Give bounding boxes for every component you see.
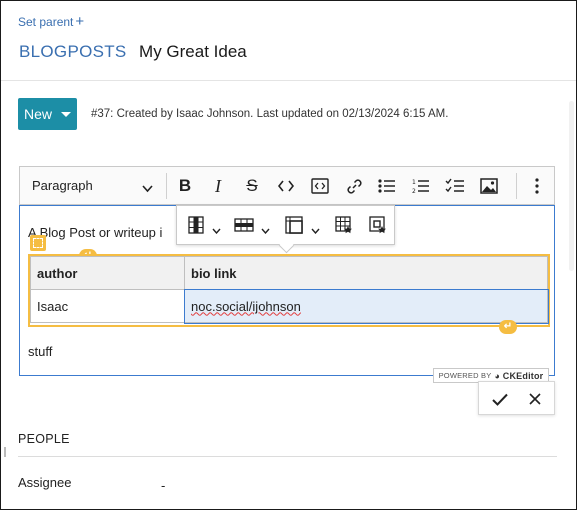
more-icon[interactable] bbox=[526, 175, 548, 197]
link-icon[interactable] bbox=[343, 175, 365, 197]
powered-by-brand: CKEditor bbox=[502, 370, 544, 381]
close-icon[interactable] bbox=[524, 388, 546, 410]
italic-icon[interactable]: I bbox=[207, 175, 229, 197]
scrollbar[interactable] bbox=[569, 101, 574, 271]
set-parent-label: Set parent bbox=[18, 15, 74, 29]
chevron-down-icon[interactable] bbox=[261, 221, 270, 239]
todo-list-icon[interactable] bbox=[444, 175, 466, 197]
numbered-list-icon[interactable]: 12 bbox=[410, 175, 432, 197]
table-cell[interactable]: Isaac bbox=[30, 289, 185, 323]
table-header-row: author bio link bbox=[30, 256, 548, 290]
table-row-icon[interactable] bbox=[233, 214, 255, 236]
set-parent-link[interactable]: Set parent + bbox=[18, 13, 84, 30]
assignee-label: Assignee bbox=[18, 475, 72, 490]
chevron-down-icon[interactable] bbox=[142, 180, 153, 198]
intro-text: A Blog Post or writeup i bbox=[28, 225, 163, 240]
strikethrough-icon[interactable]: S bbox=[241, 175, 263, 197]
resize-indicator bbox=[4, 447, 6, 457]
image-icon[interactable] bbox=[478, 175, 500, 197]
plus-icon: + bbox=[75, 13, 85, 30]
table-select-handle-icon[interactable] bbox=[30, 235, 46, 251]
table-header-cell[interactable]: bio link bbox=[184, 256, 548, 290]
section-divider bbox=[18, 456, 557, 457]
check-icon[interactable] bbox=[489, 388, 511, 410]
table-cell-selected[interactable]: noc.social/ijohnson bbox=[183, 288, 549, 324]
code-icon[interactable] bbox=[275, 175, 297, 197]
intro-paragraph[interactable]: A Blog Post or writeup i bbox=[28, 225, 162, 240]
bold-icon[interactable]: B bbox=[174, 175, 196, 197]
status-label: New bbox=[24, 106, 53, 122]
edit-actions bbox=[478, 381, 555, 415]
table-properties-icon[interactable] bbox=[333, 214, 355, 236]
table-cell-text: noc.social/ijohnson bbox=[191, 298, 301, 314]
bulleted-list-icon[interactable] bbox=[376, 175, 398, 197]
chevron-down-icon[interactable] bbox=[212, 221, 221, 239]
status-dropdown-button[interactable]: New bbox=[18, 98, 77, 130]
merge-cells-icon[interactable] bbox=[283, 214, 305, 236]
ckeditor-logo-icon: ◕ bbox=[494, 370, 501, 381]
table-header-cell[interactable]: author bbox=[30, 256, 185, 290]
editor-toolbar: Paragraph B I S 12 bbox=[19, 166, 555, 205]
header-divider bbox=[1, 80, 576, 81]
table-toolbar bbox=[176, 205, 395, 245]
insert-paragraph-after-icon[interactable]: ↵ bbox=[499, 320, 517, 334]
paragraph-style-dropdown[interactable]: Paragraph bbox=[32, 178, 93, 193]
svg-text:2: 2 bbox=[412, 188, 416, 194]
assignee-value[interactable]: - bbox=[161, 478, 165, 493]
table-row: Isaac noc.social/ijohnson bbox=[30, 288, 549, 324]
toolbar-separator bbox=[166, 173, 167, 199]
svg-text:1: 1 bbox=[412, 179, 416, 186]
code-block-icon[interactable] bbox=[309, 175, 331, 197]
page-title: BLOGPOSTS My Great Idea bbox=[19, 42, 247, 66]
section-title-people: PEOPLE bbox=[18, 432, 70, 446]
after-paragraph[interactable]: stuff bbox=[28, 344, 52, 359]
chevron-down-icon[interactable] bbox=[311, 221, 320, 239]
item-title[interactable]: My Great Idea bbox=[139, 42, 247, 61]
table-column-icon[interactable] bbox=[185, 214, 207, 236]
item-meta-text: #37: Created by Isaac Johnson. Last upda… bbox=[91, 108, 449, 120]
item-detail-panel: Set parent + BLOGPOSTS My Great Idea New … bbox=[0, 0, 577, 510]
powered-by-prefix: POWERED BY bbox=[438, 371, 492, 380]
content-table[interactable]: author bio link Isaac noc.social/ijohnso… bbox=[30, 256, 549, 324]
cell-properties-icon[interactable] bbox=[367, 214, 389, 236]
toolbar-separator bbox=[516, 173, 517, 199]
caret-down-icon bbox=[61, 111, 72, 117]
item-type-label[interactable]: BLOGPOSTS bbox=[19, 42, 127, 61]
